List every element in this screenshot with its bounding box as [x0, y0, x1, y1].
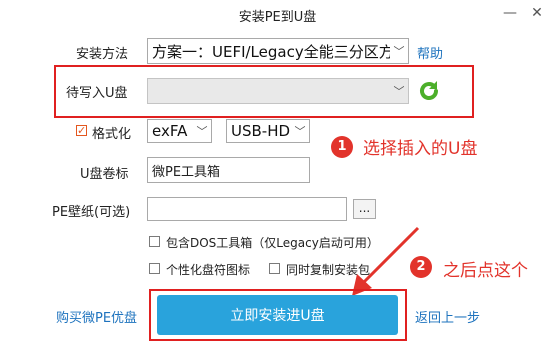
install-method-value: 方案一：UEFI/Legacy全能三分区方 [152, 42, 390, 61]
chevron-down-icon: ﹀ [196, 125, 208, 138]
wallpaper-label: PE壁纸(可选) [52, 205, 131, 220]
minimize-icon[interactable]: — [500, 4, 520, 22]
install-method-select[interactable]: 方案一：UEFI/Legacy全能三分区方 ﹀ [147, 38, 409, 64]
custom-icon-label: 个性化盘符图标 [166, 263, 251, 277]
copy-installer-checkbox[interactable] [269, 263, 280, 274]
chevron-down-icon: ﹀ [393, 45, 405, 58]
volume-label-label: U盘卷标 [80, 167, 129, 182]
step2-annotation: 之后点这个 [443, 261, 528, 281]
install-method-label: 安装方法 [76, 47, 129, 62]
boot-mode-value: USB-HD [231, 122, 291, 140]
step1-annotation: 选择插入的U盘 [363, 139, 478, 159]
custom-icon-checkbox[interactable] [149, 263, 160, 274]
include-dos-checkbox[interactable] [149, 236, 160, 247]
format-checkbox[interactable] [76, 125, 87, 136]
install-to-usb-button[interactable]: 立即安装进U盘 [157, 295, 398, 335]
volume-label-input[interactable]: 微PE工具箱 [147, 157, 310, 183]
browse-button[interactable]: ... [353, 199, 376, 219]
wallpaper-input[interactable] [147, 197, 347, 221]
target-disk-select[interactable]: ﹀ [147, 78, 409, 104]
help-link[interactable]: 帮助 [417, 43, 443, 62]
refresh-icon[interactable] [417, 79, 441, 103]
chevron-down-icon: ﹀ [294, 125, 306, 138]
back-link[interactable]: 返回上一步 [415, 307, 480, 326]
window-title: 安装PE到U盘 [238, 10, 317, 25]
buy-usb-link[interactable]: 购买微PE优盘 [56, 307, 137, 326]
boot-mode-select[interactable]: USB-HD ﹀ [226, 119, 310, 143]
target-disk-label: 待写入U盘 [66, 86, 128, 101]
filesystem-value: exFA [152, 122, 188, 140]
format-label: 格式化 [92, 127, 132, 142]
close-icon[interactable]: ✕ [527, 4, 547, 22]
chevron-down-icon: ﹀ [393, 85, 405, 98]
step1-badge: 1 [331, 136, 353, 158]
filesystem-select[interactable]: exFA ﹀ [147, 119, 212, 143]
